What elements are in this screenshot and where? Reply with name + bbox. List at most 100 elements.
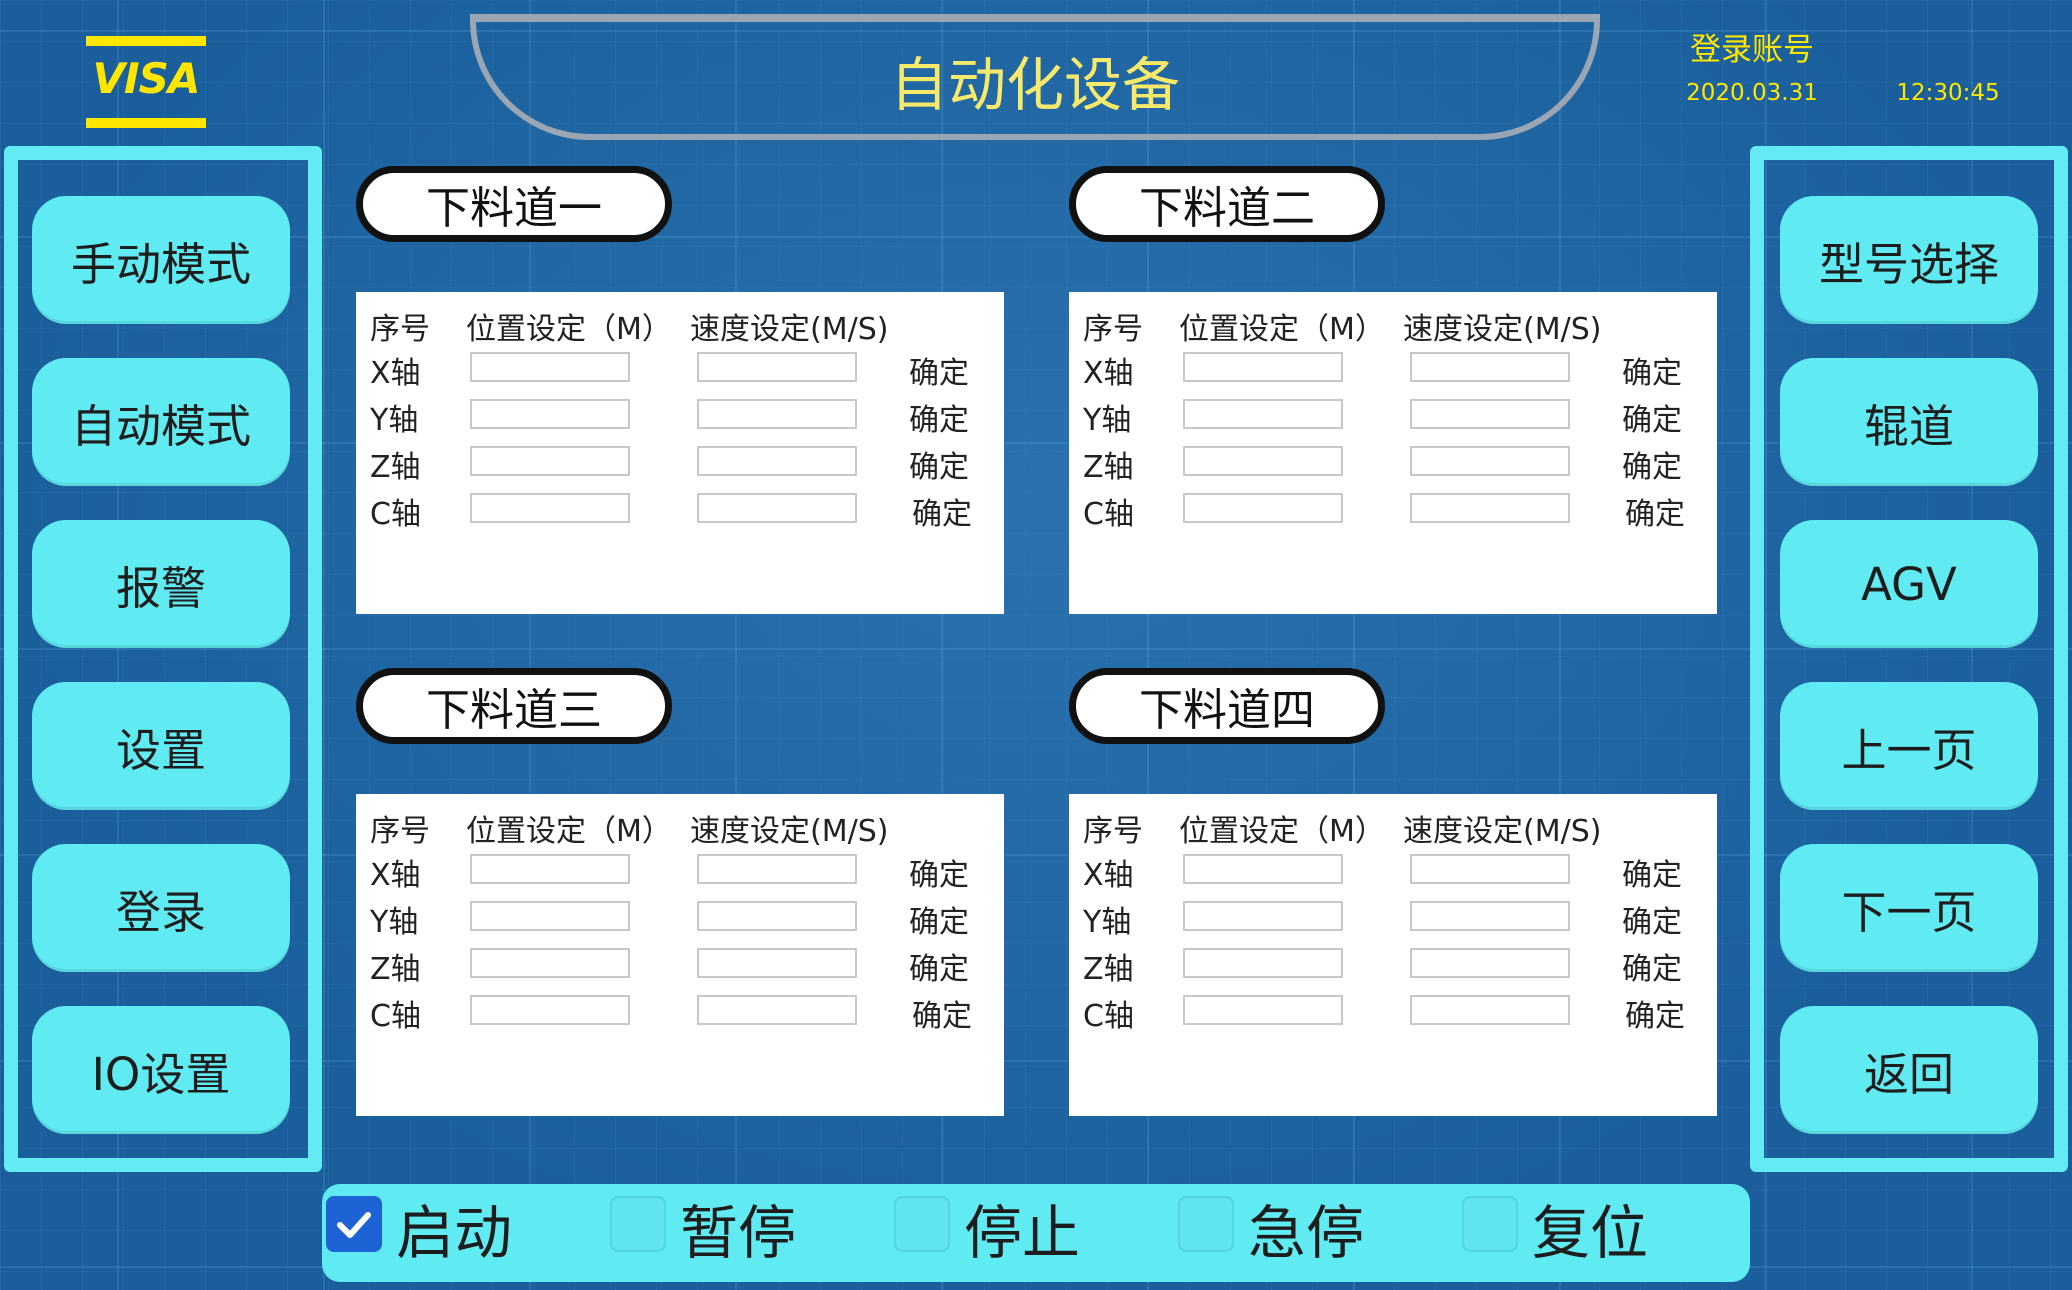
speed-input[interactable] (697, 948, 857, 978)
speed-input[interactable] (697, 446, 857, 476)
confirm-button[interactable]: 确定 (912, 991, 972, 1035)
logo-text: VISA (92, 54, 201, 103)
axis-label: X轴 (1083, 356, 1134, 391)
position-input[interactable] (470, 995, 630, 1025)
header-speed: 速度设定(M/S) (690, 814, 889, 849)
lane-settings-panel-3: 序号 位置设定（M） 速度设定(M/S) X轴 确定 Y轴 确定 Z轴 确定 C轴 确定 (356, 794, 1004, 1116)
position-input[interactable] (1183, 399, 1343, 429)
axis-label: C轴 (370, 999, 421, 1034)
login-account-label[interactable]: 登录账号 (1672, 24, 1832, 69)
lane-title-3[interactable]: 下料道三 (356, 668, 672, 744)
header-index: 序号 (370, 814, 430, 849)
emergency-stop-checkbox[interactable] (1178, 1196, 1234, 1252)
position-input[interactable] (470, 446, 630, 476)
speed-input[interactable] (1410, 854, 1570, 884)
time-display: 12:30:45 (1896, 80, 2000, 106)
position-input[interactable] (470, 901, 630, 931)
emergency-stop-label[interactable]: 急停 (1248, 1186, 1364, 1270)
speed-input[interactable] (1410, 901, 1570, 931)
axis-label: C轴 (1083, 497, 1134, 532)
stop-checkbox[interactable] (894, 1196, 950, 1252)
confirm-button[interactable]: 确定 (1622, 348, 1682, 392)
confirm-button[interactable]: 确定 (1625, 991, 1685, 1035)
confirm-button[interactable]: 确定 (1622, 850, 1682, 894)
confirm-button[interactable]: 确定 (1622, 442, 1682, 486)
speed-input[interactable] (1410, 352, 1570, 382)
confirm-button[interactable]: 确定 (909, 897, 969, 941)
speed-input[interactable] (697, 399, 857, 429)
axis-label: C轴 (370, 497, 421, 532)
speed-input[interactable] (697, 352, 857, 382)
axis-label: C轴 (1083, 999, 1134, 1034)
lane-title-4[interactable]: 下料道四 (1069, 668, 1385, 744)
confirm-button[interactable]: 确定 (1622, 897, 1682, 941)
position-input[interactable] (1183, 352, 1343, 382)
confirm-button[interactable]: 确定 (912, 489, 972, 533)
confirm-button[interactable]: 确定 (909, 348, 969, 392)
speed-input[interactable] (697, 901, 857, 931)
confirm-button[interactable]: 确定 (1622, 395, 1682, 439)
confirm-button[interactable]: 确定 (1625, 489, 1685, 533)
back-button[interactable]: 返回 (1780, 1006, 2038, 1134)
speed-input[interactable] (697, 493, 857, 523)
reset-label[interactable]: 复位 (1532, 1186, 1648, 1270)
position-input[interactable] (1183, 995, 1343, 1025)
settings-button[interactable]: 设置 (32, 682, 290, 810)
position-input[interactable] (470, 854, 630, 884)
confirm-button[interactable]: 确定 (909, 442, 969, 486)
speed-input[interactable] (1410, 995, 1570, 1025)
confirm-button[interactable]: 确定 (909, 850, 969, 894)
lane-title-2[interactable]: 下料道二 (1069, 166, 1385, 242)
visa-logo: VISA (86, 36, 206, 128)
speed-input[interactable] (697, 854, 857, 884)
header-index: 序号 (1083, 814, 1143, 849)
confirm-button[interactable]: 确定 (909, 395, 969, 439)
header-position: 位置设定（M） (1179, 814, 1385, 849)
axis-label: Z轴 (1083, 450, 1134, 485)
header-position: 位置设定（M） (1179, 312, 1385, 347)
axis-label: Z轴 (1083, 952, 1134, 987)
position-input[interactable] (1183, 493, 1343, 523)
confirm-button[interactable]: 确定 (1622, 944, 1682, 988)
position-input[interactable] (1183, 948, 1343, 978)
login-button[interactable]: 登录 (32, 844, 290, 972)
position-input[interactable] (1183, 446, 1343, 476)
next-page-button[interactable]: 下一页 (1780, 844, 2038, 972)
axis-label: X轴 (1083, 858, 1134, 893)
date-display: 2020.03.31 (1686, 80, 1818, 106)
position-input[interactable] (470, 493, 630, 523)
axis-label: Y轴 (370, 403, 419, 438)
speed-input[interactable] (697, 995, 857, 1025)
header-position: 位置设定（M） (466, 312, 672, 347)
start-checkbox[interactable] (326, 1196, 382, 1252)
roller-table-button[interactable]: 辊道 (1780, 358, 2038, 486)
pause-checkbox[interactable] (610, 1196, 666, 1252)
speed-input[interactable] (1410, 446, 1570, 476)
lane-title-1[interactable]: 下料道一 (356, 166, 672, 242)
alarm-button[interactable]: 报警 (32, 520, 290, 648)
agv-button[interactable]: AGV (1780, 520, 2038, 648)
page-title: 自动化设备 (889, 51, 1180, 119)
start-label[interactable]: 启动 (396, 1186, 512, 1270)
io-settings-button[interactable]: IO设置 (32, 1006, 290, 1134)
header-speed: 速度设定(M/S) (1403, 312, 1602, 347)
header-index: 序号 (1083, 312, 1143, 347)
position-input[interactable] (470, 352, 630, 382)
position-input[interactable] (470, 399, 630, 429)
reset-checkbox[interactable] (1462, 1196, 1518, 1252)
position-input[interactable] (1183, 901, 1343, 931)
speed-input[interactable] (1410, 399, 1570, 429)
confirm-button[interactable]: 确定 (909, 944, 969, 988)
model-select-button[interactable]: 型号选择 (1780, 196, 2038, 324)
prev-page-button[interactable]: 上一页 (1780, 682, 2038, 810)
speed-input[interactable] (1410, 948, 1570, 978)
speed-input[interactable] (1410, 493, 1570, 523)
stop-label[interactable]: 停止 (964, 1186, 1080, 1270)
header-speed: 速度设定(M/S) (1403, 814, 1602, 849)
pause-label[interactable]: 暂停 (680, 1186, 796, 1270)
manual-mode-button[interactable]: 手动模式 (32, 196, 290, 324)
header-position: 位置设定（M） (466, 814, 672, 849)
position-input[interactable] (470, 948, 630, 978)
position-input[interactable] (1183, 854, 1343, 884)
auto-mode-button[interactable]: 自动模式 (32, 358, 290, 486)
